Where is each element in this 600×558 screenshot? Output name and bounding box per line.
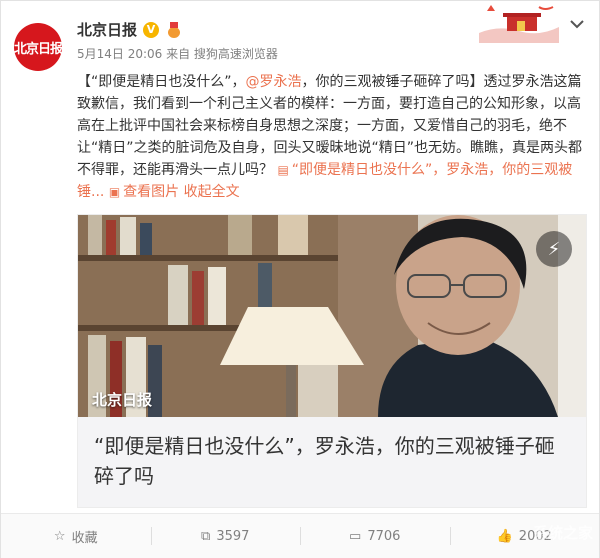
festival-banner-icon [479,3,559,43]
mention-link[interactable]: @罗永浩 [246,74,302,90]
card-title: “即便是精日也没什么”，罗永浩，你的三观被锤子砸碎了吗 [94,434,555,488]
favorite-label: 收藏 [71,530,98,546]
image-icon: ▣ [108,185,121,199]
cover-photo [78,215,586,417]
author-row: 北京日报 V [77,19,183,40]
favorite-button[interactable]: ☆ 收藏 [1,514,151,558]
view-images-link[interactable]: ▣ 查看图片 [109,184,179,200]
article-icon: ▤ [277,163,289,177]
medal-icon [165,21,183,38]
weibo-post-card: 北京日报 北京日报 V 5月14日 20:06 来自 搜狗高速浏览器 【“即便是… [0,0,600,558]
post-text: 【“即便是精日也没什么”，@罗永浩，你的三观被锤子砸碎了吗】透过罗永浩这篇致歉信… [77,71,585,203]
post-meta: 5月14日 20:06 来自 搜狗高速浏览器 [77,47,278,61]
repost-button[interactable]: ⧉ 3597 [150,514,301,558]
star-icon: ☆ [53,528,66,544]
article-cover-image: ⚡ 北京日报 [78,215,586,417]
chevron-down-icon[interactable] [567,17,587,31]
comment-count: 7706 [367,528,401,544]
expand-link[interactable]: 收起全文 [184,184,240,200]
repost-count: 3597 [216,528,250,544]
verified-badge-icon: V [143,21,160,38]
author-name[interactable]: 北京日报 [77,19,137,40]
watermark: 系统之家 [532,523,593,542]
comment-icon: ▭ [349,528,362,544]
post-text-open: 【“即便是精日也没什么”， [77,74,246,90]
view-images-label: 查看图片 [123,184,180,200]
avatar[interactable]: 北京日报 [14,23,63,71]
article-card[interactable]: ⚡ 北京日报 “即便是精日也没什么”，罗永浩，你的三观被锤子砸碎了吗 [77,214,587,508]
card-source-label: 北京日报 [92,391,153,409]
lightning-icon: ⚡ [536,231,572,267]
comment-button[interactable]: ▭ 7706 [300,514,450,558]
repost-icon: ⧉ [201,528,211,544]
